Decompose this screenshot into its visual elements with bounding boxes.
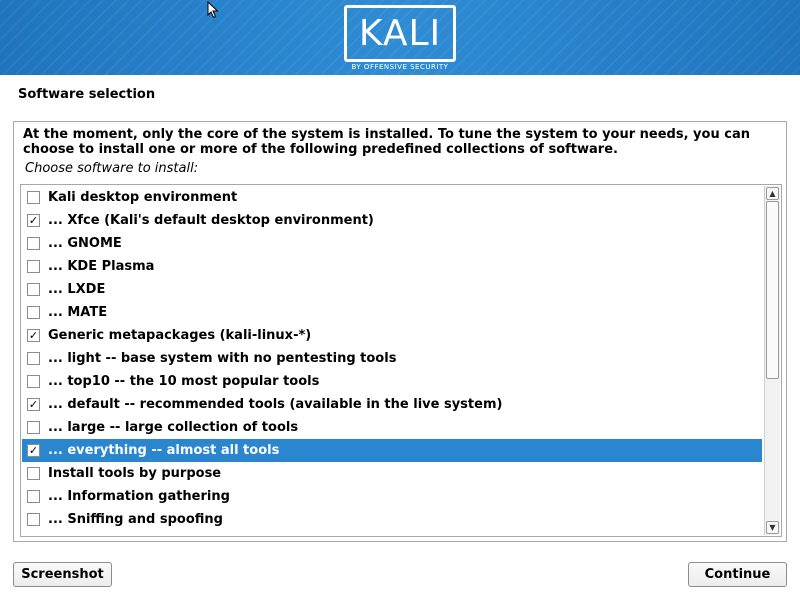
software-list-item-label: Generic metapackages (kali-linux-*) [48, 328, 312, 343]
software-list-item-label: ... MATE [48, 305, 108, 320]
software-list-item-label: ... top10 -- the 10 most popular tools [48, 374, 320, 389]
software-list-item-label: ... GNOME [48, 236, 122, 251]
scrollbar-thumb[interactable] [766, 201, 779, 379]
checkbox-icon[interactable] [27, 352, 40, 365]
list-scrollbar[interactable]: ▲ ▼ [764, 186, 780, 535]
installer-window: KALI BY OFFENSIVE SECURITY Software sele… [0, 0, 800, 600]
checkbox-icon[interactable]: ✓ [27, 329, 40, 342]
software-list-item[interactable]: Kali desktop environment [22, 186, 762, 209]
checkbox-icon[interactable]: ✓ [27, 214, 40, 227]
checkbox-icon[interactable] [27, 421, 40, 434]
software-list-item[interactable]: ✓ ... default -- recommended tools (avail… [22, 393, 762, 416]
choose-software-prompt: Choose software to install: [25, 161, 199, 176]
checkbox-icon[interactable] [27, 237, 40, 250]
software-list-item[interactable]: ✓ Generic metapackages (kali-linux-*) [22, 324, 762, 347]
kali-logo-text: KALI [358, 12, 442, 54]
software-list-item-label: ... KDE Plasma [48, 259, 155, 274]
checkbox-icon[interactable]: ✓ [27, 444, 40, 457]
kali-logo-subtitle: BY OFFENSIVE SECURITY [351, 63, 449, 71]
checkbox-icon[interactable] [27, 283, 40, 296]
checkbox-icon[interactable] [27, 375, 40, 388]
scroll-down-arrow-icon[interactable]: ▼ [766, 521, 779, 534]
checkbox-icon[interactable]: ✓ [27, 398, 40, 411]
checkbox-icon[interactable] [27, 191, 40, 204]
software-list-item[interactable]: ... GNOME [22, 232, 762, 255]
kali-logo: KALI [344, 5, 456, 62]
software-list-item-label: Kali desktop environment [48, 190, 238, 205]
software-list-item[interactable]: ... Sniffing and spoofing [22, 508, 762, 531]
checkbox-icon[interactable] [27, 306, 40, 319]
software-list-item-label: Install tools by purpose [48, 466, 222, 481]
page-title: Software selection [18, 87, 156, 102]
software-list-item[interactable]: Install tools by purpose [22, 462, 762, 485]
checkbox-icon[interactable] [27, 467, 40, 480]
software-list[interactable]: Kali desktop environment ✓ ... Xfce (Kali'… [20, 184, 782, 537]
software-list-item-label: ... everything -- almost all tools [48, 443, 280, 458]
software-list-item[interactable]: ✓ ... Xfce (Kali's default desktop enviro… [22, 209, 762, 232]
software-list-item[interactable]: ... large -- large collection of tools [22, 416, 762, 439]
kali-header-banner: KALI BY OFFENSIVE SECURITY [0, 0, 800, 75]
software-list-item-label: ... light -- base system with no pentest… [48, 351, 397, 366]
software-list-item[interactable]: ... MATE [22, 301, 762, 324]
continue-button[interactable]: Continue [688, 562, 787, 587]
software-list-item-label: ... default -- recommended tools (availa… [48, 397, 503, 412]
checkbox-icon[interactable] [27, 490, 40, 503]
software-list-item-label: ... Information gathering [48, 489, 230, 504]
software-list-item-label: ... Sniffing and spoofing [48, 512, 223, 527]
mouse-pointer-icon [207, 1, 219, 19]
software-selection-panel: At the moment, only the core of the syst… [13, 121, 787, 542]
software-list-item-label: ... large -- large collection of tools [48, 420, 299, 435]
software-list-item[interactable]: ✓ ... everything -- almost all tools [22, 439, 762, 462]
scroll-up-arrow-icon[interactable]: ▲ [766, 187, 779, 200]
description-text: At the moment, only the core of the syst… [23, 127, 750, 157]
software-list-item[interactable]: ... Information gathering [22, 485, 762, 508]
software-list-item[interactable]: ... KDE Plasma [22, 255, 762, 278]
software-list-item[interactable]: ... top10 -- the 10 most popular tools [22, 370, 762, 393]
software-list-item-label: ... LXDE [48, 282, 106, 297]
screenshot-button[interactable]: Screenshot [13, 562, 112, 587]
checkbox-icon[interactable] [27, 513, 40, 526]
software-list-item-label: ... Xfce (Kali's default desktop environ… [48, 213, 374, 228]
software-list-item[interactable]: ... LXDE [22, 278, 762, 301]
software-list-item[interactable]: ... light -- base system with no pentest… [22, 347, 762, 370]
checkbox-icon[interactable] [27, 260, 40, 273]
